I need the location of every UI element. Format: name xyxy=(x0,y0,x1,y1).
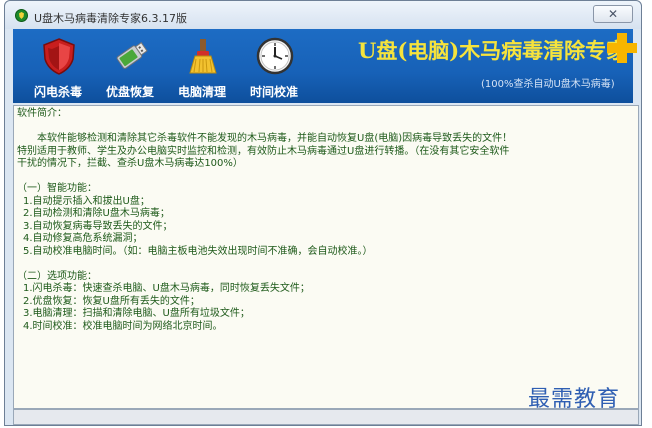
intro-text: 软件简介： 本软件能够检测和清除其它杀毒软件不能发现的木马病毒，并能自动恢复U盘… xyxy=(17,108,617,333)
toolbar-label: 闪电杀毒 xyxy=(33,85,82,99)
section1-heading: （一）智能功能： xyxy=(17,183,97,194)
app-window: U盘木马病毒清除专家6.3.17版 ✕ 闪电杀毒 优盘恢复 电脑清理 时间校准 … xyxy=(4,0,642,426)
toolbar-label: 时间校准 xyxy=(249,85,298,99)
section1-item: 2.自动检测和清除U盘木马病毒； xyxy=(23,208,170,219)
section1-item: 1.自动提示插入和拔出U盘； xyxy=(23,195,150,207)
section2-item: 3.电脑清理：扫描和清除电脑、U盘所有垃圾文件； xyxy=(23,308,250,319)
intro-line: 本软件能够检测和清除其它杀毒软件不能发现的木马病毒，并能自动恢复U盘(电脑)因病… xyxy=(37,133,513,144)
section2-item: 1.闪电杀毒：快速查杀电脑、U盘木马病毒，同时恢复丢失文件； xyxy=(23,283,310,294)
brand-subtitle: (100%查杀自动U盘木马病毒) xyxy=(481,79,615,90)
title-bar[interactable]: U盘木马病毒清除专家6.3.17版 ✕ xyxy=(5,1,641,29)
scan-kill-button[interactable]: 闪电杀毒 xyxy=(23,33,93,101)
toolbar-label: 电脑清理 xyxy=(177,85,226,99)
section2-heading: （二）选项功能： xyxy=(17,270,97,282)
usb-drive-icon xyxy=(116,42,148,69)
time-sync-button[interactable]: 时间校准 xyxy=(239,33,309,101)
intro-text-area[interactable]: 软件简介： 本软件能够检测和清除其它杀毒软件不能发现的木马病毒，并能自动恢复U盘… xyxy=(13,105,639,409)
section1-item: 3.自动恢复病毒导致丢失的文件； xyxy=(23,220,173,232)
close-button[interactable]: ✕ xyxy=(593,5,633,23)
watermark: 最需教育 xyxy=(528,387,621,412)
section2-item: 4.时间校准：校准电脑时间为网络北京时间。 xyxy=(23,320,223,332)
window-title: U盘木马病毒清除专家6.3.17版 xyxy=(34,12,188,25)
app-logo-icon xyxy=(15,9,28,22)
clock-icon xyxy=(256,37,294,75)
usb-restore-button[interactable]: 优盘恢复 xyxy=(95,33,165,101)
section2-item: 2.优盘恢复：恢复U盘所有丢失的文件； xyxy=(23,295,200,307)
intro-line: 特别适用于教师、学生及办公电脑实时监控和检测，有效防止木马病毒通过U盘进行转播。… xyxy=(17,145,510,157)
intro-heading: 软件简介： xyxy=(17,108,67,119)
toolbar: 闪电杀毒 优盘恢复 电脑清理 时间校准 U盘(电脑)木马病毒清除专家 (100%… xyxy=(13,29,637,103)
broom-icon xyxy=(189,39,217,74)
section1-item: 5.自动校准电脑时间。（如：电脑主板电池失效出现时间不准确，会自动校准。） xyxy=(23,245,373,257)
shield-icon xyxy=(43,38,75,75)
cross-icon xyxy=(607,33,637,63)
toolbar-label: 优盘恢复 xyxy=(105,85,154,99)
pc-clean-button[interactable]: 电脑清理 xyxy=(167,33,237,101)
brand-title: U盘(电脑)木马病毒清除专家 xyxy=(358,38,628,63)
intro-line: 干扰的情况下，拦截、查杀U盘木马病毒达100%） xyxy=(17,158,243,169)
section1-item: 4.自动修复高危系统漏洞； xyxy=(23,233,143,244)
